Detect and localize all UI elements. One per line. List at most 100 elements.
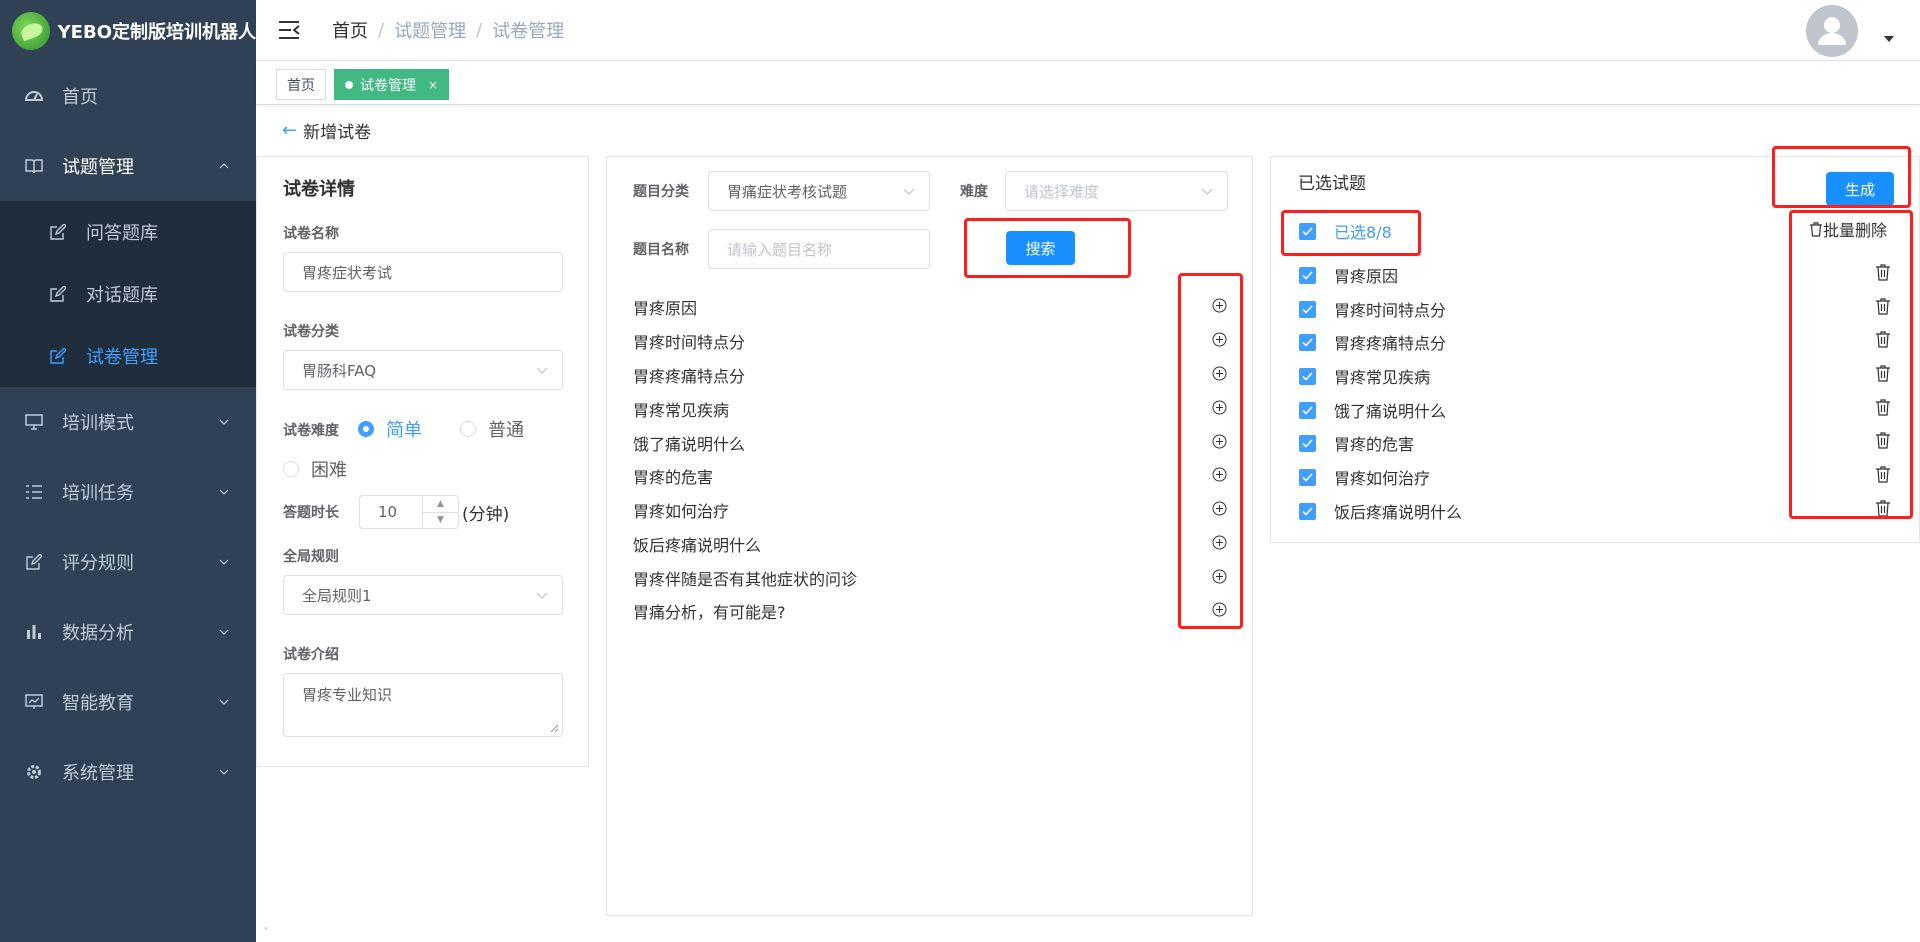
difficulty-radio-easy[interactable]: 简单: [358, 416, 422, 442]
question-item: 胃疼常见疾病: [633, 401, 730, 420]
question-category-select[interactable]: 胃痛症状考核试题: [708, 171, 930, 211]
close-icon[interactable]: ×: [428, 78, 438, 92]
caret-down-icon[interactable]: [1884, 36, 1894, 42]
back-arrow-icon[interactable]: ←: [282, 120, 297, 141]
edit-icon: [48, 222, 68, 242]
selected-item[interactable]: 胃疼原因: [1299, 263, 1398, 287]
batch-delete-label: 批量删除: [1823, 221, 1888, 240]
screen-icon: [24, 692, 44, 712]
sidebar-item-training-task[interactable]: 培训任务: [0, 457, 256, 527]
add-circle-icon[interactable]: [1212, 332, 1227, 347]
add-circle-icon[interactable]: [1212, 366, 1227, 381]
selected-item-label: 胃疼常见疾病: [1334, 368, 1431, 387]
sidebar-item-data-analysis[interactable]: 数据分析: [0, 597, 256, 667]
sidebar-item-label: 试卷管理: [86, 347, 158, 368]
page-title-text: 新增试卷: [303, 123, 372, 143]
difficulty-radio-normal[interactable]: 普通: [460, 416, 524, 442]
selected-item[interactable]: 胃疼如何治疗: [1299, 465, 1430, 489]
resize-handle-icon[interactable]: [550, 724, 559, 733]
breadcrumb-exam-management: 试卷管理: [492, 21, 565, 42]
exam-intro-textarea[interactable]: 胃疼专业知识: [283, 673, 563, 737]
exam-name-value: 胃疼症状考试: [302, 263, 393, 282]
difficulty-radio-hard[interactable]: 困难: [283, 456, 347, 482]
sidebar-item-question-management[interactable]: 试题管理: [0, 131, 256, 201]
add-circle-icon[interactable]: [1212, 400, 1227, 415]
generate-button[interactable]: 生成: [1826, 172, 1894, 206]
checkbox-checked-icon: [1299, 434, 1316, 452]
edit-icon: [48, 346, 68, 366]
sidebar-item-qa-bank[interactable]: 问答题库: [0, 201, 256, 263]
sidebar: YEBO定制版培训机器人 首页 试题管理 问答题库 对话题库 试卷管理 培训模式…: [0, 0, 256, 942]
selected-item[interactable]: 饿了痛说明什么: [1299, 398, 1446, 422]
sidebar-item-scoring-rules[interactable]: 评分规则: [0, 527, 256, 597]
gear-icon: [24, 762, 44, 782]
exam-name-input[interactable]: 胃疼症状考试: [283, 252, 563, 292]
add-circle-icon[interactable]: [1212, 535, 1227, 550]
add-circle-icon[interactable]: [1212, 298, 1227, 313]
stepper-down-icon[interactable]: ▼: [423, 513, 458, 529]
monitor-icon: [24, 412, 44, 432]
selected-item[interactable]: 胃疼的危害: [1299, 431, 1414, 455]
select-all-checkbox[interactable]: 已选8/8: [1299, 219, 1392, 243]
sidebar-item-exam-management[interactable]: 试卷管理: [0, 325, 256, 387]
sidebar-item-smart-education[interactable]: 智能教育: [0, 667, 256, 737]
trash-icon[interactable]: [1875, 264, 1891, 281]
radio-label: 普通: [488, 420, 524, 441]
sidebar-item-system-management[interactable]: 系统管理: [0, 737, 256, 807]
stepper-buttons: ▲ ▼: [422, 496, 458, 528]
add-circle-icon[interactable]: [1212, 501, 1227, 516]
stepper-up-icon[interactable]: ▲: [423, 496, 458, 513]
tag-exam-management[interactable]: 试卷管理 ×: [334, 69, 450, 100]
trash-icon[interactable]: [1875, 466, 1891, 483]
duration-stepper[interactable]: 10 ▲ ▼: [359, 495, 459, 529]
breadcrumb-home[interactable]: 首页: [332, 17, 368, 43]
global-rule-select[interactable]: 全局规则1: [283, 575, 563, 615]
sidebar-item-label: 系统管理: [62, 763, 134, 784]
chevron-down-icon: [219, 769, 229, 775]
question-name-input[interactable]: 请输入题目名称: [708, 229, 930, 269]
exam-detail-panel: 试卷详情 试卷名称 胃疼症状考试 试卷分类 胃肠科FAQ 试卷难度 简单 普通 …: [256, 156, 589, 767]
duration-label: 答题时长: [283, 505, 339, 521]
sidebar-item-dialog-bank[interactable]: 对话题库: [0, 263, 256, 325]
search-button[interactable]: 搜索: [1006, 231, 1075, 265]
question-item: 饿了痛说明什么: [633, 435, 746, 454]
edit-icon: [48, 284, 68, 304]
sidebar-item-label: 数据分析: [62, 623, 134, 644]
avatar[interactable]: [1806, 5, 1858, 57]
trash-icon[interactable]: [1875, 365, 1891, 382]
difficulty-filter-select[interactable]: 请选择难度: [1005, 171, 1228, 211]
sidebar-item-training-mode[interactable]: 培训模式: [0, 387, 256, 457]
tag-home[interactable]: 首页: [276, 69, 326, 100]
bar-chart-icon: [24, 622, 44, 642]
sidebar-toggle-icon[interactable]: [278, 20, 300, 40]
submenu-question-management: 问答题库 对话题库 试卷管理: [0, 201, 256, 387]
selected-item[interactable]: 胃疼常见疾病: [1299, 364, 1430, 388]
add-circle-icon[interactable]: [1212, 434, 1227, 449]
selected-item-label: 饿了痛说明什么: [1334, 402, 1447, 421]
checkbox-checked-icon: [1299, 468, 1316, 486]
trash-icon[interactable]: [1875, 331, 1891, 348]
selected-item-label: 饭后疼痛说明什么: [1334, 503, 1463, 522]
selected-item[interactable]: 饭后疼痛说明什么: [1299, 499, 1462, 523]
app-logo[interactable]: YEBO定制版培训机器人: [0, 0, 256, 61]
trash-icon[interactable]: [1875, 500, 1891, 517]
top-navbar: 首页 / 试题管理 / 试卷管理: [256, 0, 1920, 61]
batch-delete-button[interactable]: 批量删除: [1809, 217, 1887, 241]
page-title[interactable]: ← 新增试卷: [282, 118, 371, 143]
add-circle-icon[interactable]: [1212, 569, 1227, 584]
duration-value: 10: [378, 503, 398, 521]
trash-icon[interactable]: [1875, 432, 1891, 449]
exam-category-select[interactable]: 胃肠科FAQ: [283, 350, 563, 390]
question-item: 胃疼疼痛特点分: [633, 367, 746, 386]
selected-item-label: 胃疼原因: [1334, 267, 1399, 286]
radio-circle: [358, 421, 374, 437]
add-circle-icon[interactable]: [1212, 602, 1227, 617]
selected-item[interactable]: 胃疼时间特点分: [1299, 297, 1446, 321]
chevron-down-icon: [536, 592, 548, 599]
global-rule-value: 全局规则1: [302, 586, 372, 605]
trash-icon[interactable]: [1875, 399, 1891, 416]
selected-item[interactable]: 胃疼疼痛特点分: [1299, 330, 1446, 354]
trash-icon[interactable]: [1875, 298, 1891, 315]
add-circle-icon[interactable]: [1212, 467, 1227, 482]
sidebar-item-home[interactable]: 首页: [0, 61, 256, 131]
